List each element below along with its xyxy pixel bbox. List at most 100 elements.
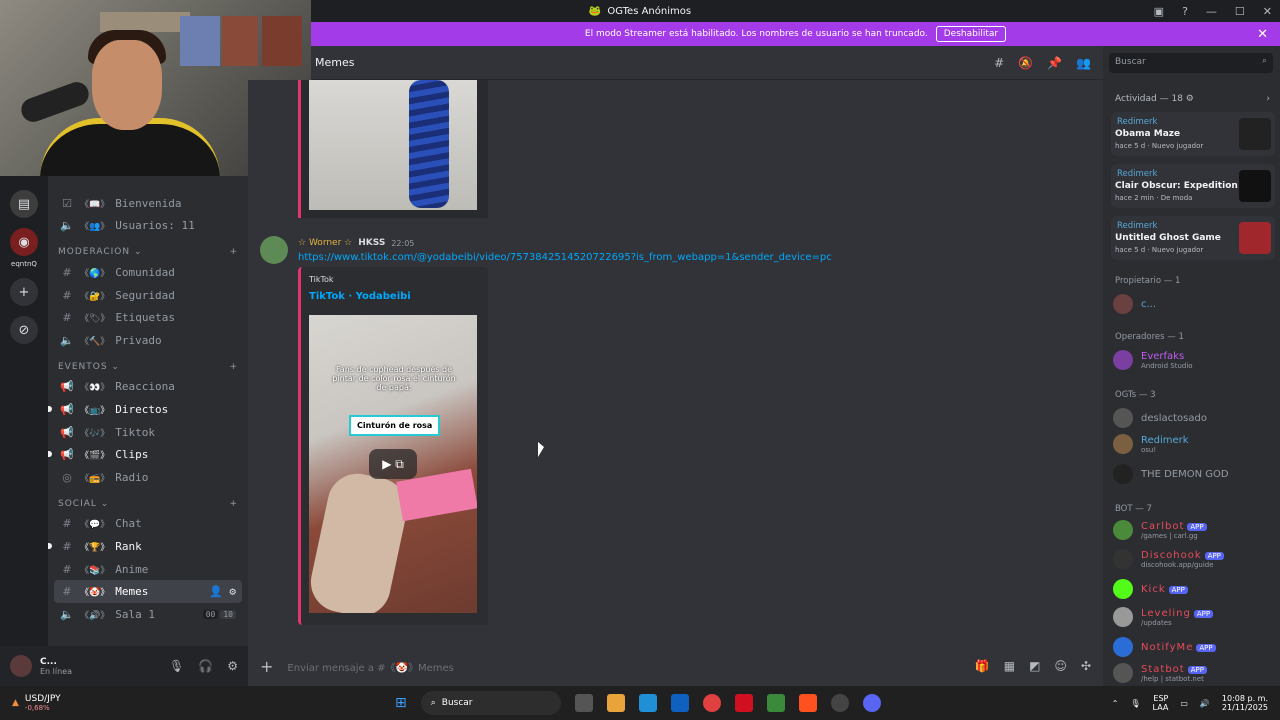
message-input[interactable]: Enviar mensaje a #《🤡》Memes xyxy=(287,659,453,674)
close-window-button[interactable]: ✕ xyxy=(1263,5,1272,18)
avatar[interactable] xyxy=(260,236,288,264)
add-channel-icon[interactable]: + xyxy=(229,362,238,372)
activity-card[interactable]: Redimerk Obama Maze hace 5 d · Nuevo jug… xyxy=(1111,112,1275,156)
category-eventos[interactable]: EVENTOS ⌄ + xyxy=(48,352,248,376)
language-indicator[interactable]: ESP LAA xyxy=(1153,694,1169,712)
activity-card[interactable]: Redimerk Clair Obscur: Expedition 33 hac… xyxy=(1111,164,1275,208)
emoji-icon[interactable]: ☺ xyxy=(1054,659,1067,673)
member-item[interactable]: Discohook APP discohook.app/guide xyxy=(1113,549,1224,569)
network-icon[interactable]: ▭ xyxy=(1180,699,1188,708)
stock-widget[interactable]: ▲ USD/JPY -0,68% xyxy=(12,694,61,712)
add-channel-icon[interactable]: + xyxy=(229,247,238,257)
image-attachment[interactable] xyxy=(298,80,488,218)
app-icon[interactable] xyxy=(798,694,817,712)
member-list-icon[interactable]: 👥 xyxy=(1076,56,1091,70)
clock[interactable]: 10:08 p. m. 21/11/2025 xyxy=(1222,694,1268,712)
close-icon[interactable]: ✕ xyxy=(1257,27,1268,42)
disable-streamer-button[interactable]: Deshabilitar xyxy=(935,26,1007,42)
member-item[interactable]: Kick APP xyxy=(1113,579,1188,599)
sticker-icon[interactable]: ◩ xyxy=(1029,659,1040,673)
member-item[interactable]: Redimerk osu! xyxy=(1113,434,1189,454)
headphones-icon[interactable]: 🎧 xyxy=(198,659,213,673)
taskview-icon[interactable] xyxy=(574,694,593,712)
add-channel-icon[interactable]: + xyxy=(229,499,238,509)
discord-icon[interactable] xyxy=(862,694,881,712)
server-icon[interactable]: ▤ xyxy=(10,190,38,218)
unread-indicator xyxy=(48,543,52,550)
taskbar-search[interactable]: ⌕ Buscar xyxy=(420,691,561,715)
channel-sala-1[interactable]: 🔈 《🔊》 Sala 1 00 10 xyxy=(48,603,248,626)
member-item[interactable]: Everfaks Android Studio xyxy=(1113,350,1193,370)
server-icon[interactable]: ◉ xyxy=(10,228,38,256)
channel-rank[interactable]: # 《🏆》 Rank xyxy=(48,535,248,558)
member-item[interactable]: Statbot APP/help | statbot.net xyxy=(1113,663,1207,683)
gif-icon[interactable]: ▦ xyxy=(1004,659,1015,673)
minimize-button[interactable]: — xyxy=(1206,5,1217,18)
member-item[interactable]: NotifyMe APP xyxy=(1113,637,1216,657)
message-link[interactable]: https://www.tiktok.com/@yodabeibi/video/… xyxy=(298,252,832,263)
user-name: C... xyxy=(40,656,57,667)
threads-icon[interactable]: # xyxy=(994,56,1004,70)
category-moderacion[interactable]: MODERACION ⌄ + xyxy=(48,237,248,261)
activity-card[interactable]: Redimerk Untitled Ghost Game hace 5 d · … xyxy=(1111,216,1275,260)
member-item[interactable]: THE DEMON GOD xyxy=(1113,464,1229,484)
settings-icon[interactable]: ⚙ xyxy=(227,659,238,673)
group-header: BOT — 7 xyxy=(1115,504,1152,514)
chrome-icon[interactable] xyxy=(702,694,721,712)
channel-reacciona[interactable]: 📢 《👀》 Reacciona xyxy=(48,376,248,399)
channel-clips[interactable]: 📢 《🎬》 Clips xyxy=(48,443,248,466)
channel-etiquetas[interactable]: # 《🏷》 Etiquetas xyxy=(48,306,248,329)
message-author[interactable]: ☆ Worner ☆ xyxy=(298,238,352,248)
add-attachment-icon[interactable]: + xyxy=(260,657,273,676)
channel-comunidad[interactable]: # 《🌎》 Comunidad xyxy=(48,261,248,284)
invite-settings-icons[interactable]: 👤 ⚙ xyxy=(209,585,236,598)
add-server-icon[interactable]: + xyxy=(10,278,38,306)
channel-bienvenida[interactable]: ☑ 《📖》 Bienvenida xyxy=(48,192,248,215)
store-icon[interactable] xyxy=(670,694,689,712)
app-icon[interactable] xyxy=(830,694,849,712)
pin-icon[interactable]: 📌 xyxy=(1047,56,1062,70)
member-item[interactable]: deslactosado xyxy=(1113,408,1207,428)
member-item[interactable]: Carlbot APP/games | carl.gg xyxy=(1113,520,1207,540)
inbox-icon[interactable]: ▣ xyxy=(1154,5,1164,18)
hash-icon: # xyxy=(62,288,72,302)
embed-title[interactable]: TikTok · Yodabeibi xyxy=(309,291,411,302)
channel-tiktok[interactable]: 📢 《🎶》 Tiktok xyxy=(48,421,248,444)
volume-icon[interactable]: 🔊 xyxy=(1200,699,1210,708)
gift-icon[interactable]: 🎁 xyxy=(975,659,990,673)
message-composer[interactable]: + Enviar mensaje a #《🤡》Memes 🎁 ▦ ◩ ☺ ✣ xyxy=(248,646,1103,686)
app-icon[interactable] xyxy=(766,694,785,712)
channel-directos[interactable]: 📢 《📺》 Directos xyxy=(48,398,248,421)
play-icon[interactable]: ▶ ⧉ xyxy=(369,449,417,479)
edge-icon[interactable] xyxy=(638,694,657,712)
channel-anime[interactable]: # 《📚》 Anime xyxy=(48,558,248,581)
channel-memes[interactable]: # 《🤡》 Memes 👤 ⚙ xyxy=(54,580,242,603)
netflix-icon[interactable] xyxy=(734,694,753,712)
help-icon[interactable]: ? xyxy=(1182,5,1188,18)
files-icon[interactable] xyxy=(606,694,625,712)
channel-radio[interactable]: ◎ 《📻》 Radio xyxy=(48,466,248,489)
avatar[interactable] xyxy=(10,655,32,677)
embed-video[interactable]: Fans de cuphead después de pintar de col… xyxy=(309,315,477,613)
banner-text: El modo Streamer está habilitado. Los no… xyxy=(584,29,928,39)
notification-icon[interactable]: 🔕 xyxy=(1018,56,1033,70)
member-item[interactable]: c... xyxy=(1113,294,1156,314)
category-social[interactable]: SOCIAL ⌄ + xyxy=(48,489,248,513)
hash-icon: # xyxy=(62,562,72,576)
search-input[interactable]: Buscar ⌕ xyxy=(1109,53,1273,73)
channel-seguridad[interactable]: # 《🔐》 Seguridad xyxy=(48,284,248,307)
activity-header[interactable]: Actividad — 18 ⚙ › xyxy=(1115,94,1270,104)
channel-usuarios[interactable]: 🔈 《👥》 Usuarios: 11 xyxy=(48,215,248,238)
channel-chat[interactable]: # 《💬》 Chat xyxy=(48,513,248,536)
explore-icon[interactable]: ⊘ xyxy=(10,316,38,344)
group-header: Propietario — 1 xyxy=(1115,276,1181,286)
apps-icon[interactable]: ✣ xyxy=(1081,659,1091,673)
video-caption: Fans de cuphead después de pintar de col… xyxy=(332,365,456,392)
start-icon[interactable]: ⊞ xyxy=(395,695,407,711)
tray-chevron-icon[interactable]: ⌃ xyxy=(1112,699,1119,708)
mic-icon[interactable]: 🎙 xyxy=(1130,699,1140,708)
microphone-icon[interactable]: 🎙 xyxy=(169,659,184,673)
channel-privado[interactable]: 🔈 《🔨》 Privado xyxy=(48,329,248,352)
maximize-button[interactable]: ☐ xyxy=(1235,5,1245,18)
member-item[interactable]: Leveling APP/updates xyxy=(1113,607,1214,627)
